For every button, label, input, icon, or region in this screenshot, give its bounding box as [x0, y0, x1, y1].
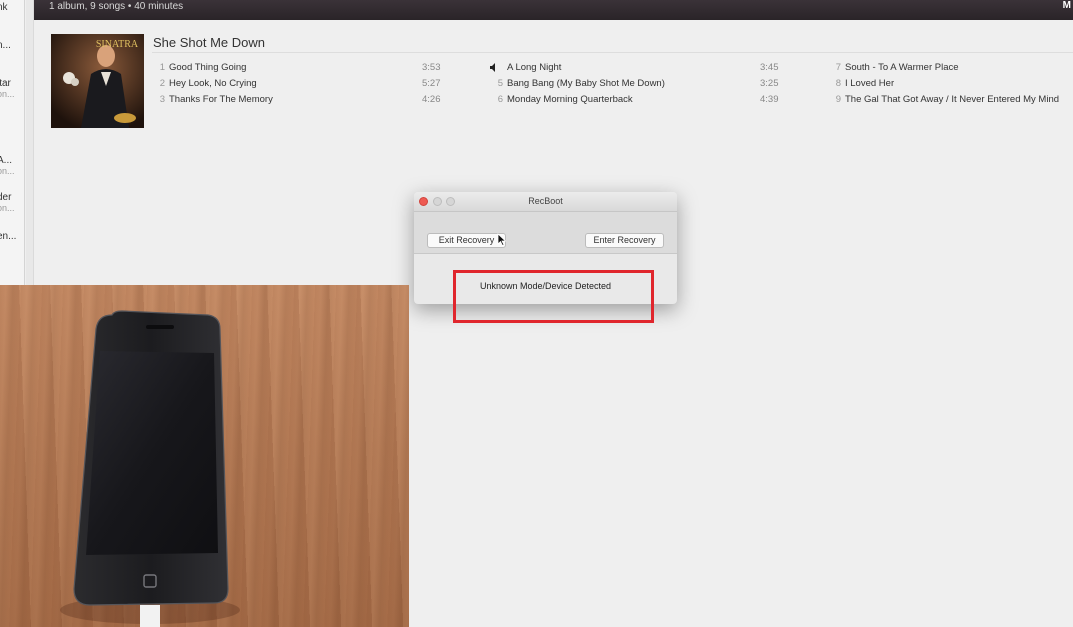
track-number: 9 [835, 94, 841, 105]
sidebar-item[interactable]: en... [0, 231, 16, 242]
iphone-image [60, 310, 240, 627]
track-name: I Loved Her [845, 78, 895, 89]
exit-recovery-button[interactable]: Exit Recovery [427, 233, 506, 248]
track-duration: 4:26 [422, 94, 441, 105]
track-duration: 3:25 [760, 78, 779, 89]
window-title: RecBoot [528, 196, 563, 206]
enter-recovery-button[interactable]: Enter Recovery [585, 233, 664, 248]
album-summary: 1 album, 9 songs • 40 minutes [49, 1, 184, 12]
track-number: 8 [835, 78, 841, 89]
track-duration: 4:39 [760, 94, 779, 105]
cover-lettering: SINATRA [96, 39, 139, 50]
track-name: A Long Night [507, 62, 562, 73]
sidebar-item-title: der [0, 192, 12, 203]
sidebar-item-subtitle: on... [0, 166, 15, 176]
truncated-label: M [1062, 0, 1071, 11]
sidebar-item-title: nk [0, 2, 8, 13]
device-photo [0, 285, 409, 627]
sidebar-item[interactable]: n... [0, 40, 11, 51]
track-name: South - To A Warmer Place [845, 62, 959, 73]
album-divider [152, 52, 1073, 53]
sidebar-item[interactable]: nk [0, 2, 8, 13]
sidebar-item-title: n... [0, 40, 11, 51]
track-number: 1 [159, 62, 165, 73]
track-number: 2 [159, 78, 165, 89]
sidebar-item-title: A... [0, 155, 13, 166]
sidebar-item[interactable]: A... on... [0, 155, 15, 176]
sidebar-item[interactable]: itar on... [0, 78, 15, 99]
sidebar-item-subtitle: on... [0, 89, 15, 99]
album-title: She Shot Me Down [153, 35, 266, 50]
track-number: 7 [835, 62, 841, 73]
album-cover[interactable]: SINATRA [51, 34, 144, 128]
track-number: 5 [497, 78, 503, 89]
track-duration: 3:45 [760, 62, 779, 73]
track-name: The Gal That Got Away / It Never Entered… [845, 94, 1060, 105]
track-number: 6 [497, 94, 503, 105]
window-titlebar[interactable]: RecBoot [414, 192, 677, 212]
button-panel: Exit Recovery Enter Recovery [414, 212, 677, 254]
track-name: Thanks For The Memory [169, 94, 273, 105]
sidebar-item-title: itar [0, 78, 11, 89]
track-name: Hey Look, No Crying [169, 78, 257, 89]
mouse-cursor-icon [497, 233, 507, 246]
album-cover-art: SINATRA [51, 34, 144, 128]
track-duration: 5:27 [422, 78, 441, 89]
highlight-box [453, 270, 654, 323]
sidebar-item-subtitle: on... [0, 203, 15, 213]
track-duration: 3:53 [422, 62, 441, 73]
sidebar-item-title: en... [0, 231, 17, 242]
track-name: Good Thing Going [169, 62, 247, 73]
track-name: Monday Morning Quarterback [507, 94, 633, 105]
sidebar: nk n... itar on... A... on... der on... … [0, 0, 25, 285]
sidebar-item[interactable]: der on... [0, 192, 15, 213]
sidebar-scroll-gutter [26, 0, 34, 285]
track-name: Bang Bang (My Baby Shot Me Down) [507, 78, 665, 89]
track-number: 3 [159, 94, 165, 105]
album-summary-bar: 1 album, 9 songs • 40 minutes M [34, 0, 1073, 20]
